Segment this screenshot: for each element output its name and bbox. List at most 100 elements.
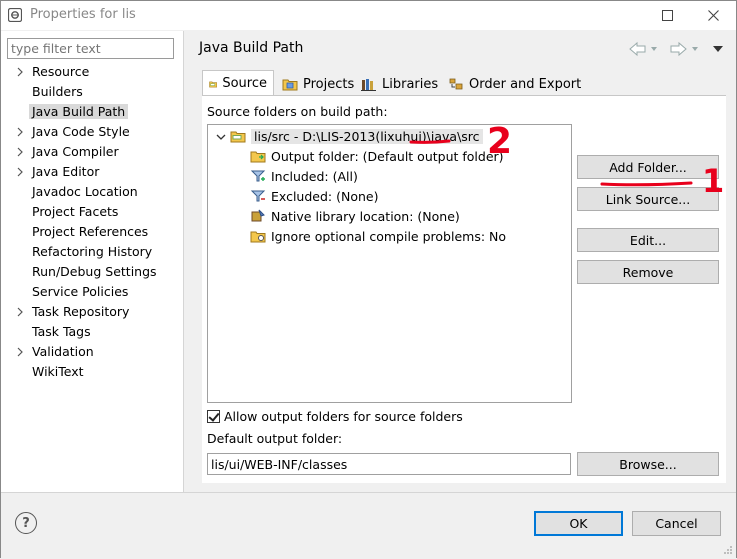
close-icon bbox=[707, 10, 719, 21]
sidebar-item-label: Task Repository bbox=[32, 304, 130, 319]
sidebar-item-label: Task Tags bbox=[32, 324, 91, 339]
source-child-label: Output folder: (Default output folder) bbox=[271, 148, 504, 164]
edit-button[interactable]: Edit... bbox=[577, 228, 719, 252]
sidebar-item[interactable]: Project Facets bbox=[1, 202, 184, 222]
sidebar-item-label: WikiText bbox=[32, 364, 84, 379]
chevron-right-icon[interactable] bbox=[15, 65, 25, 79]
sidebar-item-label: Java Code Style bbox=[32, 124, 130, 139]
allow-output-checkbox[interactable] bbox=[207, 410, 220, 423]
tab-libraries[interactable]: Libraries bbox=[355, 72, 444, 96]
properties-navigation: Resource Builders Java Build Path Java Code… bbox=[1, 31, 184, 492]
output-folder-icon bbox=[250, 151, 266, 163]
forward-dropdown-icon[interactable] bbox=[692, 47, 698, 51]
source-tab-panel: Source folders on build path: lis/src - … bbox=[202, 95, 726, 483]
sidebar-item-label: Service Policies bbox=[32, 284, 129, 299]
back-arrow-icon[interactable] bbox=[629, 41, 646, 57]
source-child-item[interactable]: Included: (All) bbox=[250, 166, 358, 186]
sidebar-item-label: Javadoc Location bbox=[32, 184, 138, 199]
libraries-icon bbox=[361, 79, 376, 91]
help-icon[interactable]: ? bbox=[15, 512, 37, 534]
source-folders-list[interactable]: lis/src - D:\LIS-2013(lixuhui)\java\src … bbox=[207, 124, 572, 403]
tab-order-export[interactable]: Order and Export bbox=[442, 72, 587, 96]
back-dropdown-icon[interactable] bbox=[651, 47, 657, 51]
sidebar-item-label: Project Facets bbox=[32, 204, 119, 219]
tab-label: Projects bbox=[303, 76, 355, 92]
sidebar-item[interactable]: Java Build Path bbox=[1, 102, 184, 122]
tab-label: Source bbox=[222, 76, 267, 91]
source-root-item[interactable]: lis/src - D:\LIS-2013(lixuhui)\java\src bbox=[230, 126, 483, 146]
tab-label: Libraries bbox=[382, 76, 439, 92]
dialog-footer: ? OK Cancel bbox=[1, 492, 736, 558]
sidebar-item[interactable]: Java Compiler bbox=[1, 142, 184, 162]
add-folder-button[interactable]: Add Folder... bbox=[577, 155, 719, 179]
source-child-item[interactable]: Excluded: (None) bbox=[250, 186, 378, 206]
property-page: Java Build Path Source Projects Librarie… bbox=[185, 31, 736, 492]
properties-dialog: Properties for lis Resource Builders Java … bbox=[0, 0, 737, 558]
source-child-label: Native library location: (None) bbox=[271, 208, 460, 224]
sidebar-item[interactable]: Refactoring History bbox=[1, 242, 184, 262]
source-child-label: Excluded: (None) bbox=[271, 188, 379, 204]
chevron-right-icon[interactable] bbox=[15, 345, 25, 359]
view-menu-icon[interactable] bbox=[713, 46, 723, 52]
allow-output-folders-option[interactable]: Allow output folders for source folders bbox=[207, 409, 463, 424]
sidebar-item-label: Java Build Path bbox=[29, 104, 129, 119]
chevron-right-icon[interactable] bbox=[15, 145, 25, 159]
browse-button[interactable]: Browse... bbox=[577, 452, 719, 476]
source-child-item[interactable]: Ignore optional compile problems: No bbox=[250, 226, 506, 246]
order-export-icon bbox=[449, 78, 463, 90]
sidebar-item[interactable]: Builders bbox=[1, 82, 184, 102]
source-folder-icon bbox=[209, 81, 218, 87]
sidebar-item[interactable]: Task Tags bbox=[1, 322, 184, 342]
forward-arrow-icon[interactable] bbox=[670, 41, 687, 57]
link-source-button[interactable]: Link Source... bbox=[577, 187, 719, 211]
native-library-icon bbox=[251, 209, 265, 222]
sidebar-item-label: Java Editor bbox=[32, 164, 100, 179]
source-root-label: lis/src - D:\LIS-2013(lixuhui)\java\src bbox=[251, 128, 483, 144]
tab-label: Order and Export bbox=[469, 76, 582, 92]
eclipse-app-icon bbox=[8, 8, 22, 22]
sidebar-item-label: Run/Debug Settings bbox=[32, 264, 157, 279]
tab-projects[interactable]: Projects bbox=[276, 72, 360, 96]
sidebar-item[interactable]: WikiText bbox=[1, 362, 184, 382]
sidebar-item-label: Project References bbox=[32, 224, 149, 239]
source-folders-label: Source folders on build path: bbox=[207, 104, 388, 119]
ok-button[interactable]: OK bbox=[534, 511, 623, 536]
default-output-label: Default output folder: bbox=[207, 431, 343, 446]
resize-grip-icon[interactable] bbox=[723, 545, 733, 555]
source-folder-icon bbox=[230, 131, 246, 143]
sidebar-item[interactable]: Java Code Style bbox=[1, 122, 184, 142]
sidebar-item[interactable]: Run/Debug Settings bbox=[1, 262, 184, 282]
source-child-item[interactable]: Native library location: (None) bbox=[250, 206, 460, 226]
default-output-folder-field[interactable] bbox=[207, 453, 571, 475]
sidebar-item[interactable]: Resource bbox=[1, 62, 184, 82]
sidebar-item[interactable]: Service Policies bbox=[1, 282, 184, 302]
close-button[interactable] bbox=[690, 1, 736, 30]
maximize-button[interactable] bbox=[644, 1, 690, 30]
sidebar-item-label: Builders bbox=[32, 84, 83, 99]
sidebar-item[interactable]: Validation bbox=[1, 342, 184, 362]
page-navigation bbox=[629, 41, 723, 57]
maximize-icon bbox=[661, 10, 673, 21]
filter-input[interactable] bbox=[7, 38, 174, 59]
projects-icon bbox=[282, 79, 298, 91]
sidebar-item[interactable]: Java Editor bbox=[1, 162, 184, 182]
sidebar-item[interactable]: Task Repository bbox=[1, 302, 184, 322]
sidebar-item-label: Validation bbox=[32, 344, 94, 359]
chevron-right-icon[interactable] bbox=[15, 125, 25, 139]
chevron-right-icon[interactable] bbox=[15, 305, 25, 319]
included-filter-icon bbox=[250, 170, 266, 182]
tab-source[interactable]: Source bbox=[202, 70, 274, 96]
sidebar-item-label: Java Compiler bbox=[32, 144, 119, 159]
source-child-label: Included: (All) bbox=[271, 168, 358, 184]
source-child-item[interactable]: Output folder: (Default output folder) bbox=[250, 146, 504, 166]
sidebar-item[interactable]: Project References bbox=[1, 222, 184, 242]
remove-button[interactable]: Remove bbox=[577, 260, 719, 284]
sidebar-item-label: Resource bbox=[32, 64, 90, 79]
sidebar-item-label: Refactoring History bbox=[32, 244, 153, 259]
sidebar-item[interactable]: Javadoc Location bbox=[1, 182, 184, 202]
page-title: Java Build Path bbox=[199, 40, 304, 56]
cancel-button[interactable]: Cancel bbox=[632, 511, 721, 536]
title-bar: Properties for lis bbox=[1, 1, 736, 30]
collapse-icon[interactable] bbox=[216, 133, 226, 141]
chevron-right-icon[interactable] bbox=[15, 165, 25, 179]
